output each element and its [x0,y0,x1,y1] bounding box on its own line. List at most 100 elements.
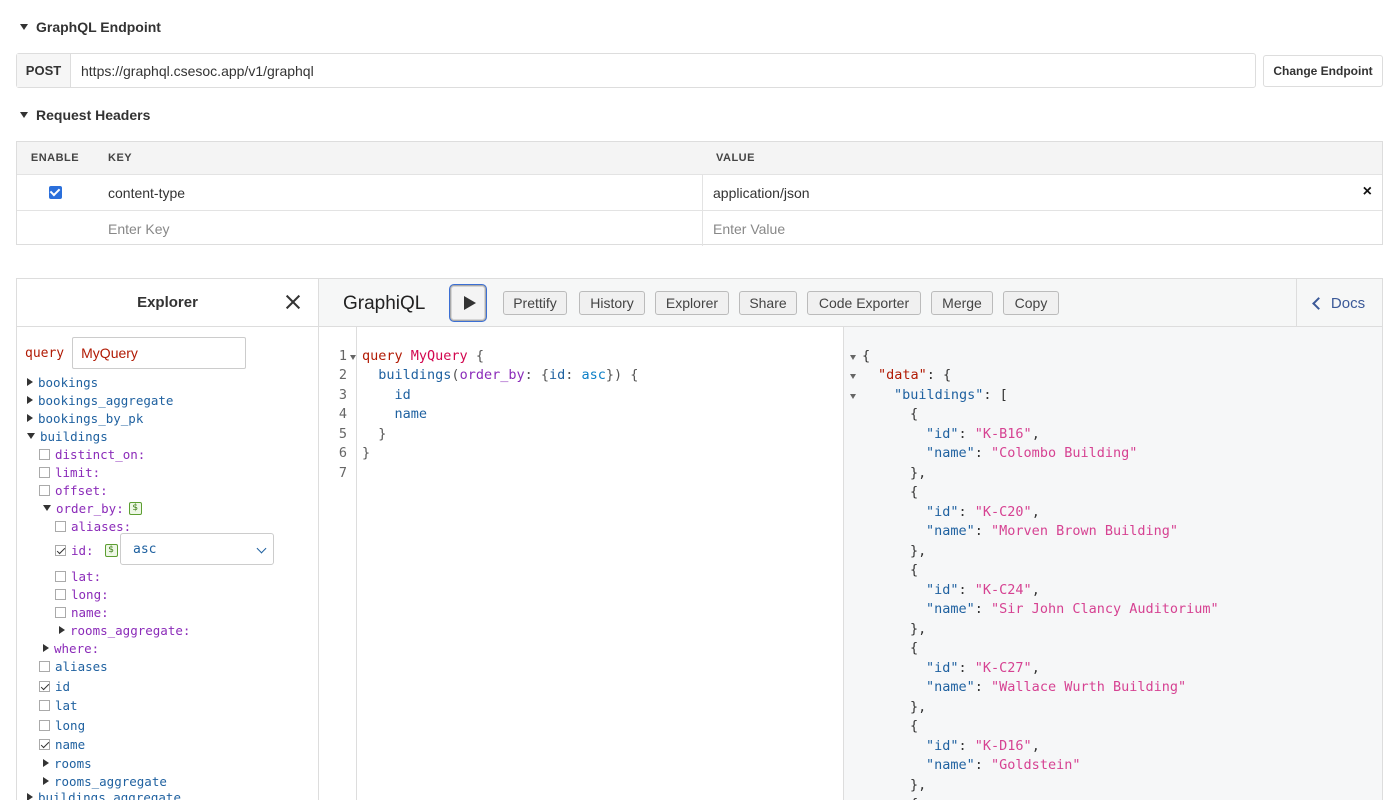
result-line: "id": "K-C20", [926,504,1040,520]
checkbox[interactable] [39,448,50,460]
line-number: 2 [338,367,347,383]
header-value-input[interactable]: application/json [702,175,1306,210]
variable-toggle[interactable]: $ [128,501,142,515]
fold-icon[interactable] [850,374,856,379]
collapse-icon [20,24,28,30]
tree-arg-rooms-aggregate[interactable]: rooms_aggregate: [59,621,190,639]
query-editor[interactable]: 1 2 3 4 5 6 7 query MyQuery { buildings(… [319,327,843,800]
headers-section-toggle[interactable]: Request Headers [20,107,150,123]
expand-icon [43,777,49,785]
collapse-icon [20,112,28,118]
result-line: "data": { [878,367,952,383]
checkbox[interactable] [55,606,66,618]
tree-arg-aliases[interactable]: aliases: [55,517,131,535]
change-endpoint-button[interactable]: Change Endpoint [1263,55,1383,87]
checkbox[interactable] [39,660,50,672]
close-icon[interactable] [284,293,302,311]
result-line: "name": "Wallace Wurth Building" [926,679,1187,695]
checkbox[interactable] [39,719,50,731]
http-method: POST [17,54,71,87]
tree-arg-id[interactable]: id: $ [55,541,118,559]
share-button[interactable]: Share [739,291,797,315]
line-number: 4 [338,406,347,422]
tree-field-lat[interactable]: lat [39,696,78,714]
checkbox-checked[interactable] [39,680,50,692]
code-line: } [362,445,371,461]
merge-button[interactable]: Merge [931,291,993,315]
tree-arg-where[interactable]: where: [43,639,99,657]
line-number: 5 [338,426,347,442]
fold-icon[interactable] [850,394,856,399]
chevron-left-icon [1312,296,1325,310]
checkbox[interactable] [39,466,50,478]
expand-icon [59,626,65,634]
operation-line: query MyQuery [25,337,247,369]
docs-button[interactable]: Docs [1296,279,1382,327]
history-button[interactable]: History [579,291,645,315]
checkbox[interactable] [39,699,50,711]
expand-icon [27,396,33,404]
checkbox[interactable] [55,570,66,582]
tree-arg-lat[interactable]: lat: [55,567,101,585]
line-number: 6 [338,445,347,461]
copy-button[interactable]: Copy [1003,291,1059,315]
endpoint-url-input[interactable]: https://graphql.csesoc.app/v1/graphql [71,54,1255,87]
endpoint-section-toggle[interactable]: GraphQL Endpoint [20,19,161,35]
result-line: "name": "Sir John Clancy Auditorium" [926,601,1219,617]
remove-header-icon[interactable]: × [1363,183,1372,201]
explorer-button[interactable]: Explorer [655,291,729,315]
header-enabled-checkbox[interactable] [48,186,62,199]
fold-icon[interactable] [850,355,856,360]
checkbox[interactable] [55,520,66,532]
tree-arg-order-by[interactable]: order_by: $ [43,499,142,517]
result-line: "id": "K-D16", [926,738,1040,754]
tree-item-bookings[interactable]: bookings [27,373,98,391]
tree-field-rooms[interactable]: rooms [43,754,92,772]
code-exporter-button[interactable]: Code Exporter [807,291,921,315]
table-row: content-type application/json × [17,174,1382,210]
table-header: ENABLE KEY VALUE [17,142,1382,174]
line-number: 3 [338,387,347,403]
checkbox[interactable] [55,588,66,600]
tree-field-long[interactable]: long [39,716,85,734]
result-line: "id": "K-C27", [926,660,1040,676]
tree-arg-offset[interactable]: offset: [39,481,108,499]
operation-name-input[interactable]: MyQuery [72,337,247,369]
prettify-button[interactable]: Prettify [503,291,567,315]
result-line: { [862,348,871,364]
column-key: KEY [108,152,133,164]
fold-icon[interactable] [350,355,356,360]
new-header-key-input[interactable]: Enter Key [93,221,702,237]
header-key-input[interactable]: content-type [93,185,702,201]
chevron-down-icon [256,543,267,554]
order-select[interactable]: asc [120,533,274,565]
tree-item-buildings-aggregate[interactable]: buildings_aggregate [27,788,181,800]
checkbox[interactable] [39,484,50,496]
tree-arg-name[interactable]: name: [55,603,109,621]
result-pane[interactable]: { "data": { "buildings": [ { "id": "K-B1… [843,327,1382,800]
code-line: id [394,387,411,403]
tree-item-bookings-aggregate[interactable]: bookings_aggregate [27,391,173,409]
tree-arg-long[interactable]: long: [55,585,109,603]
execute-query-button[interactable] [450,285,486,321]
tree-field-aliases[interactable]: aliases [39,657,108,675]
tree-arg-distinct-on[interactable]: distinct_on: [39,445,145,463]
tree-arg-limit[interactable]: limit: [39,463,100,481]
new-header-value-input[interactable]: Enter Value [702,211,1382,246]
variable-toggle[interactable]: $ [104,543,118,557]
code-line: buildings(order_by: {id: asc}) { [378,367,639,383]
column-value: VALUE [716,152,755,164]
tree-item-buildings[interactable]: buildings [27,427,108,445]
explorer-title: Explorer [137,294,198,311]
graphiql-title: GraphiQL [343,293,426,314]
result-line: "name": "Goldstein" [926,757,1081,773]
checkbox-checked[interactable] [39,738,50,750]
checkbox-checked[interactable] [55,544,66,556]
result-line: "id": "K-B16", [926,426,1040,442]
tree-field-name[interactable]: name [39,735,85,753]
result-line: "id": "K-C24", [926,582,1040,598]
tree-field-id[interactable]: id [39,677,70,695]
explorer-header: Explorer [17,279,318,327]
tree-item-bookings-by-pk[interactable]: bookings_by_pk [27,409,143,427]
endpoint-section-title: GraphQL Endpoint [36,19,161,35]
